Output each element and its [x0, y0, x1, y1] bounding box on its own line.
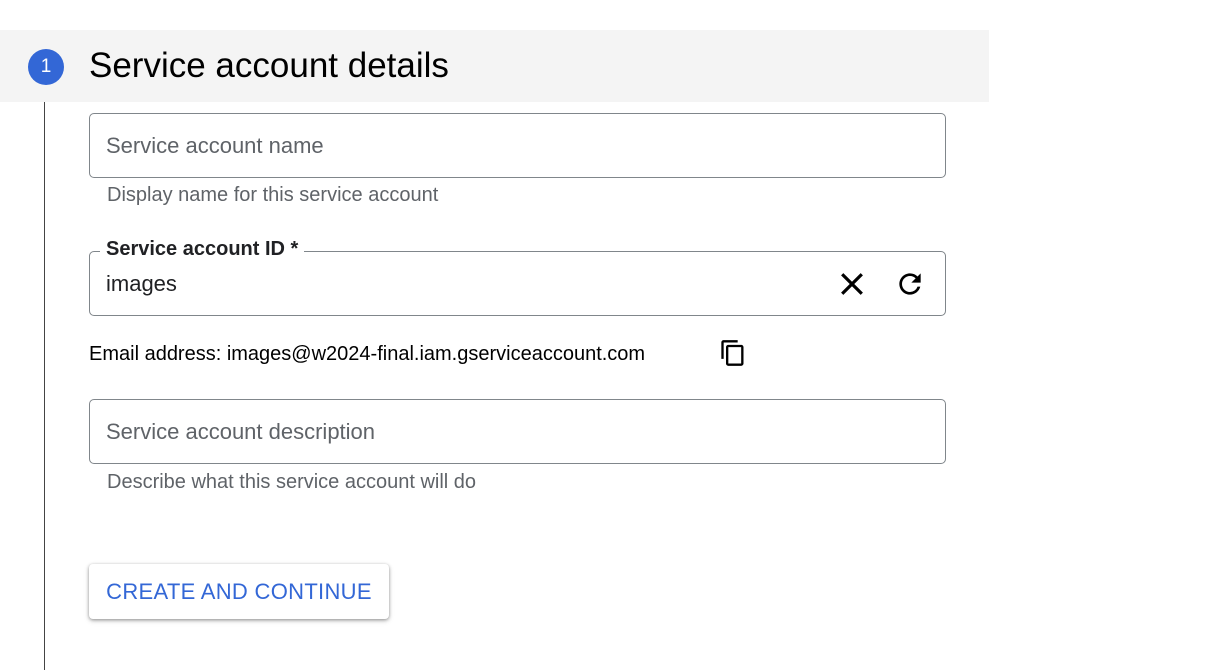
- step-connector-line: [44, 102, 45, 670]
- step-header: 1 Service account details: [0, 30, 989, 102]
- service-account-name-helper: Display name for this service account: [107, 184, 439, 206]
- close-icon[interactable]: [836, 268, 868, 300]
- create-and-continue-button[interactable]: CREATE AND CONTINUE: [89, 564, 389, 619]
- service-account-description-input[interactable]: [106, 400, 806, 463]
- step-title: Service account details: [89, 46, 449, 85]
- service-account-description-field[interactable]: [89, 399, 946, 464]
- refresh-icon[interactable]: [894, 268, 926, 300]
- service-account-name-field[interactable]: [89, 113, 946, 178]
- service-account-id-input[interactable]: [106, 252, 806, 315]
- copy-icon[interactable]: [719, 338, 747, 368]
- service-account-id-field[interactable]: Service account ID *: [89, 238, 946, 316]
- service-account-name-input[interactable]: [106, 114, 806, 177]
- service-account-description-helper: Describe what this service account will …: [107, 471, 477, 493]
- step-number-badge: 1: [28, 49, 64, 85]
- email-address-text: Email address: images@w2024-final.iam.gs…: [89, 343, 646, 365]
